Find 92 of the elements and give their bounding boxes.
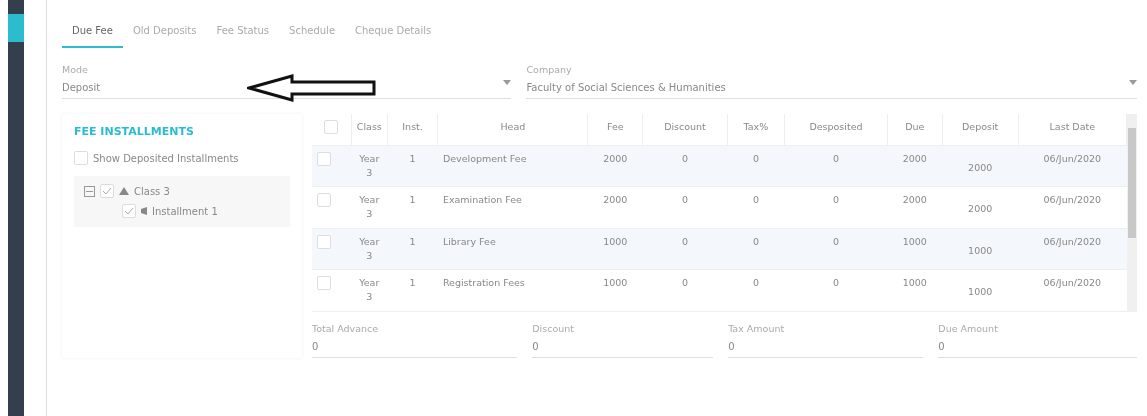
field-label: Due Amount xyxy=(938,321,999,336)
amount-field[interactable]: 0 xyxy=(938,335,1138,358)
field-label: Mode xyxy=(62,63,89,77)
amount-field[interactable]: 0 xyxy=(532,335,714,358)
table-cell: 1 xyxy=(409,152,416,164)
select-value: Deposit xyxy=(62,81,101,96)
tab[interactable]: Cheque Details xyxy=(345,15,442,48)
select-value: Faculty of Social Sciences & Humanities xyxy=(526,81,726,96)
collapse-tab[interactable] xyxy=(8,14,24,42)
field-label: Company xyxy=(526,63,573,77)
checkbox-label: Show Deposited Installments xyxy=(93,151,239,166)
field-label: Tax Amount xyxy=(728,321,786,336)
tab[interactable]: Old Deposits xyxy=(122,15,207,48)
collapse-toggle-icon[interactable] xyxy=(84,185,95,197)
amount-field[interactable]: 0 xyxy=(728,335,924,358)
scrollbar[interactable] xyxy=(1127,114,1137,312)
field-label: Total Advance xyxy=(312,321,380,336)
column-header: Fee xyxy=(587,114,643,145)
deposit-input[interactable]: 2000 xyxy=(968,160,993,175)
column-header: Discount xyxy=(642,114,728,145)
table-cell: 0 xyxy=(681,277,688,288)
checkbox[interactable] xyxy=(100,184,114,199)
table-cell: 0 xyxy=(752,277,759,288)
table-cell: 2000 xyxy=(603,194,628,205)
table-cell: 0 xyxy=(681,152,688,164)
table-cell: 0 xyxy=(832,277,839,288)
checkbox[interactable] xyxy=(74,151,88,166)
table-cell: 0 xyxy=(832,194,839,205)
deposit-input[interactable]: 1000 xyxy=(968,243,993,258)
column-header: Last Date xyxy=(1018,114,1127,145)
table-cell: 06/Jun/2020 xyxy=(1043,277,1102,288)
column-header: Desposited xyxy=(784,114,888,145)
check-icon xyxy=(124,207,134,216)
caret-icon xyxy=(503,80,512,86)
table-cell: 06/Jun/2020 xyxy=(1043,235,1102,247)
table-cell: Examination Fee xyxy=(442,194,522,205)
column-header: Tax% xyxy=(727,114,785,145)
table-cell: 0 xyxy=(681,194,688,205)
field-value: 0 xyxy=(728,339,735,354)
table-cell: Year 3 xyxy=(359,194,380,220)
tab[interactable]: Fee Status xyxy=(206,15,280,48)
column-header: Deposit xyxy=(942,114,1019,145)
table-cell: 1 xyxy=(409,277,416,288)
table-cell: 1 xyxy=(409,235,416,247)
field-value: 0 xyxy=(312,339,319,354)
table-cell: 06/Jun/2020 xyxy=(1043,194,1102,205)
checkbox[interactable] xyxy=(317,276,331,290)
table-cell: 2000 xyxy=(902,152,927,164)
select-field[interactable]: Faculty of Social Sciences & Humanities xyxy=(526,77,1137,100)
table-cell: 2000 xyxy=(603,152,628,164)
table-cell: Registration Fees xyxy=(442,277,525,288)
caret-icon xyxy=(1129,80,1137,86)
column-header: Due xyxy=(887,114,943,145)
table-cell: 2000 xyxy=(902,194,927,205)
table-cell: 1000 xyxy=(603,277,628,288)
table-cell: 06/Jun/2020 xyxy=(1043,152,1102,164)
tab[interactable]: Due Fee xyxy=(62,15,123,48)
tab[interactable]: Schedule xyxy=(279,15,346,48)
table-cell: 1 xyxy=(409,194,416,205)
table-cell: 1000 xyxy=(902,277,927,288)
checkbox[interactable] xyxy=(122,204,136,219)
table-cell: 1000 xyxy=(902,235,927,247)
amount-field[interactable]: 0 xyxy=(312,335,518,358)
checkbox[interactable] xyxy=(317,234,331,249)
column-header: Inst. xyxy=(387,114,438,145)
table-cell: 0 xyxy=(681,235,688,247)
column-header: Class xyxy=(351,114,388,145)
tree-item[interactable]: Installment 1 xyxy=(152,203,218,219)
table-cell: 0 xyxy=(752,194,759,205)
table-cell: Year 3 xyxy=(359,152,380,178)
field-label: Discount xyxy=(532,321,575,336)
scrollbar-thumb[interactable] xyxy=(1128,128,1136,239)
checkbox[interactable] xyxy=(317,193,331,207)
deposit-input[interactable]: 2000 xyxy=(968,202,993,217)
field-value: 0 xyxy=(532,339,539,354)
column-header: Head xyxy=(437,114,588,145)
table-cell: 1000 xyxy=(603,235,628,247)
table-cell: 0 xyxy=(832,235,839,247)
table-cell: 0 xyxy=(752,235,759,247)
table-cell: Year 3 xyxy=(359,277,380,303)
tree-item[interactable]: Class 3 xyxy=(134,183,170,199)
panel-title: FEE INSTALLMENTS xyxy=(74,124,195,141)
table-cell: Library Fee xyxy=(442,235,496,247)
field-value: 0 xyxy=(938,339,945,354)
checkbox[interactable] xyxy=(324,120,339,135)
check-icon xyxy=(102,187,112,196)
table-cell: Development Fee xyxy=(442,152,527,164)
table-cell: Year 3 xyxy=(359,235,380,261)
checkbox[interactable] xyxy=(317,151,331,166)
deposit-input[interactable]: 1000 xyxy=(968,285,993,300)
table-cell: 0 xyxy=(832,152,839,164)
table-cell: 0 xyxy=(752,152,759,164)
